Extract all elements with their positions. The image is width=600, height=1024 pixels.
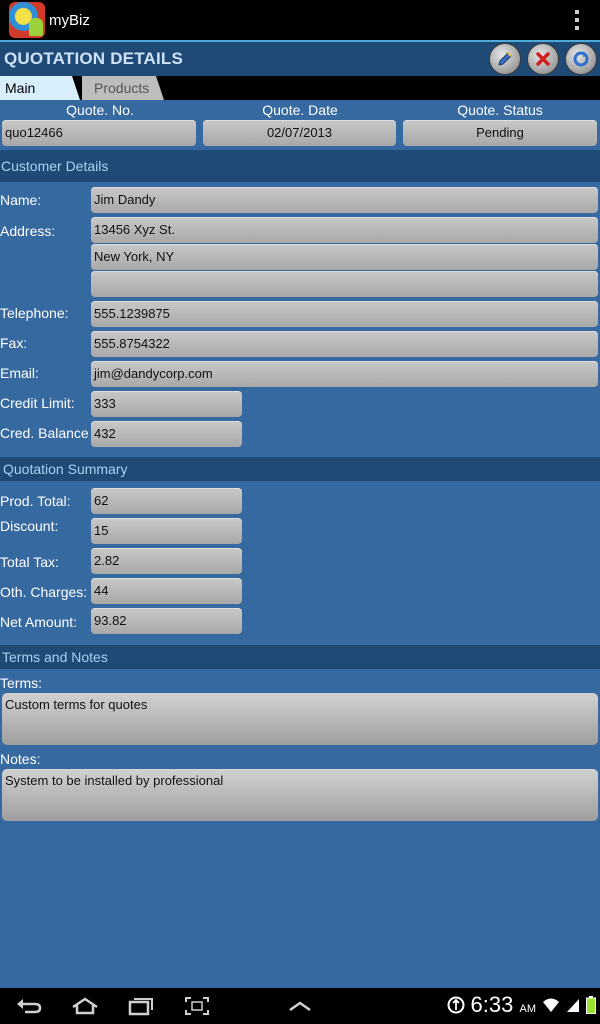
chevron-up-icon [289, 1001, 311, 1012]
usb-debug-icon [447, 996, 465, 1014]
credit-limit-field[interactable]: 333 [91, 391, 242, 417]
overflow-menu-icon[interactable] [574, 10, 580, 30]
system-navigation-bar: 6:33 AM [0, 988, 600, 1024]
quote-status-field[interactable]: Pending [403, 120, 597, 146]
clock-time: 6:33 [470, 992, 514, 1017]
quote-date-label: Quote. Date [262, 102, 338, 118]
notes-textarea[interactable]: System to be installed by professional [2, 769, 598, 821]
app-title: myBiz [49, 11, 90, 29]
name-label: Name: [0, 192, 42, 208]
email-label: Email: [0, 365, 39, 381]
total-tax-field[interactable]: 2.82 [91, 548, 242, 574]
recent-apps-icon [128, 998, 153, 1016]
action-bar: myBiz [0, 0, 600, 42]
sync-icon [573, 51, 589, 67]
cred-balance-field[interactable]: 432 [91, 421, 242, 447]
discount-label: Discount: [0, 518, 59, 534]
expand-button[interactable] [285, 994, 315, 1018]
app-logo-icon[interactable] [9, 2, 45, 38]
wifi-icon [543, 998, 559, 1012]
discount-field[interactable]: 15 [91, 518, 242, 544]
tab-main-page[interactable]: Main page [0, 76, 80, 100]
address-label: Address: [0, 223, 56, 239]
telephone-label: Telephone: [0, 305, 69, 321]
fax-label: Fax: [0, 335, 28, 351]
quote-no-label: Quote. No. [66, 102, 134, 118]
page-title: QUOTATION DETAILS [4, 49, 184, 68]
tab-products[interactable]: Products [82, 76, 164, 100]
terms-notes-header: Terms and Notes [0, 645, 600, 669]
quote-header: Quote. No. Quote. Date Quote. Status [0, 100, 600, 119]
credit-limit-label: Credit Limit: [0, 395, 75, 411]
quote-no-field[interactable]: quo12466 [2, 120, 196, 146]
clock-ampm: AM [519, 1003, 537, 1015]
oth-charges-field[interactable]: 44 [91, 578, 242, 604]
name-field[interactable]: Jim Dandy [91, 187, 598, 213]
title-bar: QUOTATION DETAILS [0, 42, 600, 76]
customer-details-header: Customer Details [0, 150, 600, 182]
screenshot-icon [185, 997, 209, 1015]
quote-status-label: Quote. Status [457, 102, 543, 118]
close-icon [536, 52, 550, 66]
tab-bar: Main page Products [0, 76, 600, 100]
cancel-button[interactable] [527, 43, 559, 75]
address-line2-field[interactable]: New York, NY [91, 244, 598, 270]
edit-button[interactable] [489, 43, 521, 75]
terms-textarea[interactable]: Custom terms for quotes [2, 693, 598, 745]
recent-apps-button[interactable] [126, 994, 156, 1018]
address-line1-field[interactable]: 13456 Xyz St. [91, 217, 598, 243]
home-button[interactable] [70, 994, 100, 1018]
address-line3-field[interactable] [91, 271, 598, 297]
back-button[interactable] [14, 994, 44, 1018]
telephone-field[interactable]: 555.1239875 [91, 301, 598, 327]
edit-icon [498, 52, 512, 66]
cred-balance-label: Cred. Balance [0, 425, 89, 441]
sync-button[interactable] [565, 43, 597, 75]
notes-label: Notes: [0, 751, 41, 767]
battery-icon [586, 996, 596, 1014]
prod-total-label: Prod. Total: [0, 493, 71, 509]
quote-date-field[interactable]: 02/07/2013 [203, 120, 396, 146]
status-area: 6:33 AM [447, 992, 596, 1018]
total-tax-label: Total Tax: [0, 554, 59, 570]
net-amount-label: Net Amount: [0, 614, 78, 630]
net-amount-field[interactable]: 93.82 [91, 608, 242, 634]
signal-icon [567, 999, 579, 1012]
clock: 6:33 AM [471, 992, 536, 1018]
oth-charges-label: Oth. Charges: [0, 584, 88, 600]
back-icon [17, 999, 42, 1014]
quotation-summary-header: Quotation Summary [0, 457, 600, 481]
terms-label: Terms: [0, 675, 42, 691]
home-icon [72, 997, 98, 1015]
prod-total-field[interactable]: 62 [91, 488, 242, 514]
fax-field[interactable]: 555.8754322 [91, 331, 598, 357]
screenshot-button[interactable] [182, 994, 212, 1018]
email-field[interactable]: jim@dandycorp.com [91, 361, 598, 387]
